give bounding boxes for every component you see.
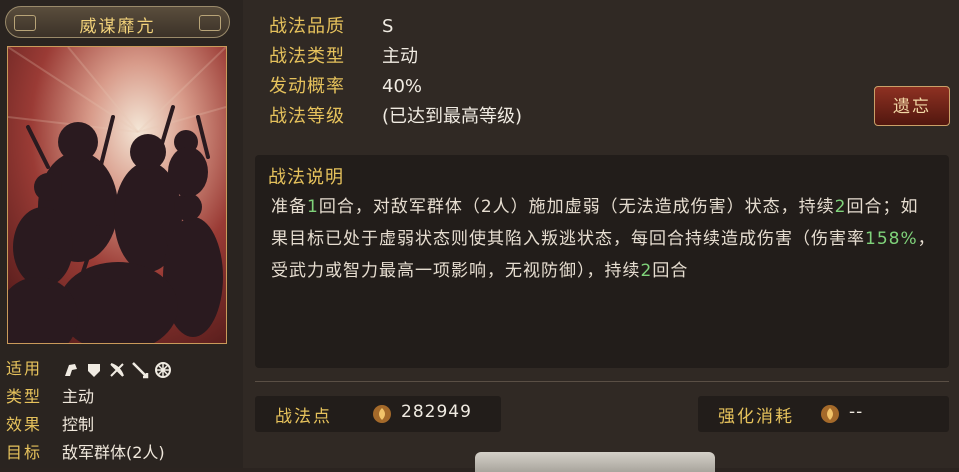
prop-value: 主动: [62, 387, 95, 406]
detail-trigger-rate: 发动概率 40%: [269, 72, 422, 102]
skill-name-banner: 威谋靡亢: [5, 6, 230, 38]
detail-value: 主动: [382, 46, 418, 67]
description-highlight: 158%: [865, 229, 918, 249]
detail-label: 战法品质: [269, 16, 345, 37]
prop-value: 控制: [62, 415, 95, 434]
detail-level: 战法等级 (已达到最高等级): [269, 102, 522, 132]
skill-points-box: 战法点 282949: [255, 396, 501, 432]
detail-value: (已达到最高等级): [382, 106, 523, 127]
upgrade-cost-label: 强化消耗: [718, 407, 794, 427]
description-segment: 准备: [271, 197, 307, 217]
skill-point-icon: [373, 405, 391, 423]
bottom-action-button[interactable]: [475, 452, 715, 472]
prop-key: 目标: [6, 443, 43, 462]
shield-icon: [88, 363, 100, 377]
description-highlight: 1: [307, 197, 319, 217]
prop-row-effect: 效果 控制: [6, 411, 241, 439]
cavalry-icon: [65, 363, 77, 376]
skill-detail-panel: 战法品质 S 战法类型 主动 发动概率 40% 战法等级 (已达到最高等级) 遗…: [243, 0, 959, 472]
prop-key: 类型: [6, 387, 43, 406]
description-highlight: 2: [640, 261, 653, 281]
divider: [255, 381, 949, 382]
upgrade-cost-value: --: [849, 402, 864, 422]
forget-button[interactable]: 遗忘: [874, 86, 950, 126]
description-title: 战法说明: [268, 167, 344, 188]
skill-points-label: 战法点: [275, 407, 332, 427]
detail-label: 发动概率: [269, 76, 345, 97]
prop-row-target: 目标 敌军群体(2人): [6, 439, 241, 467]
bow-icon: [110, 362, 124, 377]
prop-key: 效果: [6, 415, 43, 434]
skill-properties: 适用 类型 主动 效果 控制 目标 敌军群体(2人): [6, 355, 241, 467]
skill-card-panel: 威谋靡亢 适用 类型 主动 效果 控制 目标 敌军群体(2人): [0, 0, 243, 468]
prop-key: 适用: [6, 359, 43, 378]
description-segment: 回合: [652, 261, 689, 281]
detail-value: 40%: [382, 76, 423, 97]
skill-illustration: [7, 46, 227, 344]
description-box: 战法说明 准备1回合，对敌军群体（2人）施加虚弱（无法造成伤害）状态，持续2回合…: [255, 155, 949, 368]
prop-row-applicable: 适用: [6, 355, 241, 383]
detail-label: 战法类型: [269, 46, 345, 67]
detail-value: S: [382, 16, 394, 37]
description-text: 准备1回合，对敌军群体（2人）施加虚弱（无法造成伤害）状态，持续2回合；如果目标…: [271, 191, 936, 287]
prop-value: 敌军群体(2人): [62, 443, 165, 462]
detail-label: 战法等级: [269, 106, 345, 127]
spear-icon: [132, 361, 149, 378]
wheel-icon: [155, 361, 171, 378]
skill-points-value: 282949: [401, 402, 472, 422]
upgrade-cost-box: 强化消耗 --: [698, 396, 949, 432]
description-highlight: 2: [834, 197, 847, 217]
troop-type-icons: [62, 355, 177, 383]
skill-name: 威谋靡亢: [79, 17, 156, 37]
description-segment: 回合，对敌军群体（2人）施加虚弱（无法造成伤害）状态，持续: [318, 197, 835, 217]
detail-quality: 战法品质 S: [269, 12, 393, 42]
skill-point-icon: [821, 405, 839, 423]
detail-type: 战法类型 主动: [269, 42, 418, 72]
prop-row-type: 类型 主动: [6, 383, 241, 411]
